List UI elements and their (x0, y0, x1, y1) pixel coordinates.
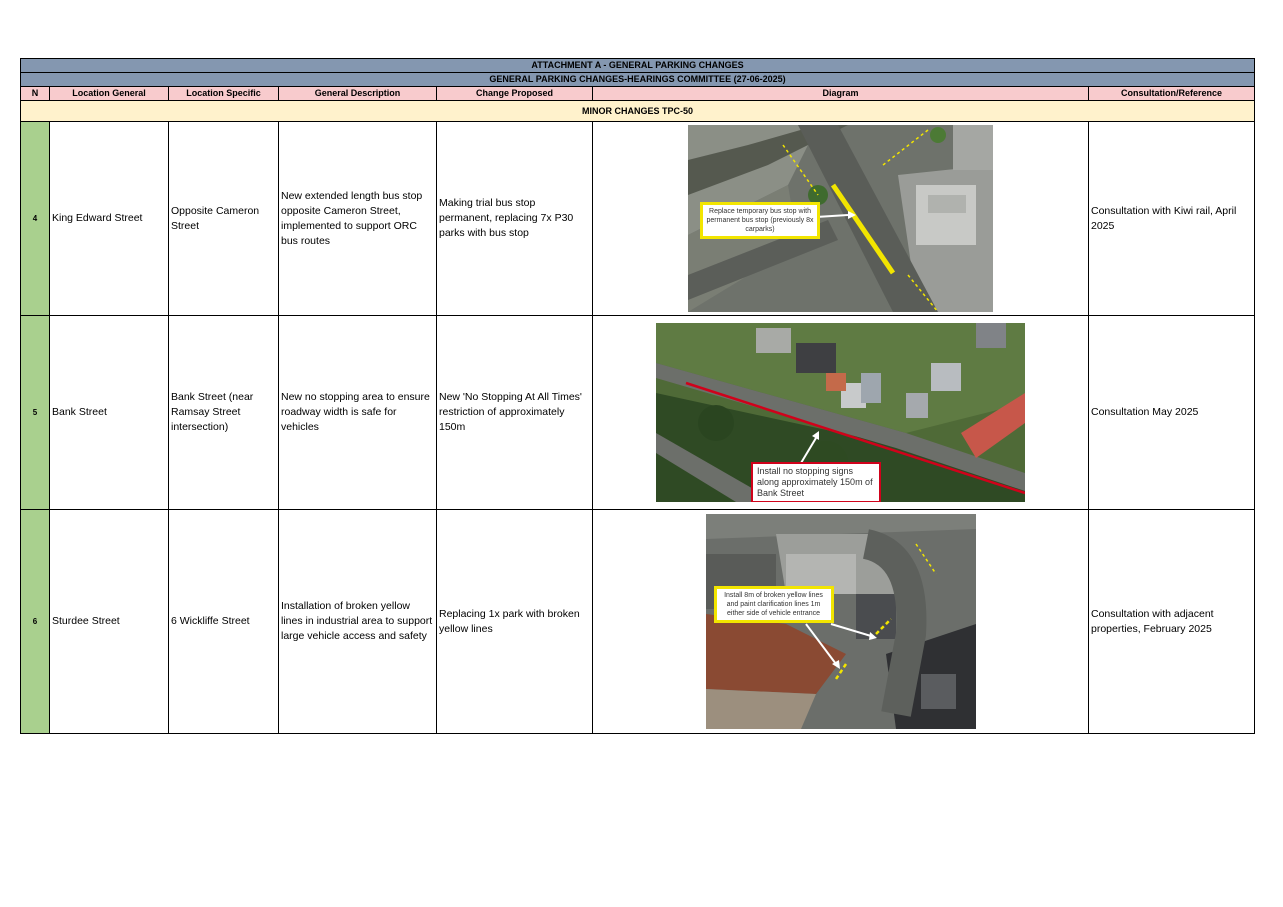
table-title: ATTACHMENT A - GENERAL PARKING CHANGES (20, 58, 1255, 73)
row-number: 4 (20, 121, 50, 316)
location-general: King Edward Street (49, 121, 169, 316)
location-specific: Opposite Cameron Street (168, 121, 279, 316)
location-general: Sturdee Street (49, 509, 169, 734)
diagram-cell: Replace temporary bus stop with permanen… (592, 121, 1089, 316)
header-location-specific: Location Specific (168, 86, 279, 101)
general-description: New no stopping area to ensure roadway w… (278, 315, 437, 510)
general-description: New extended length bus stop opposite Ca… (278, 121, 437, 316)
header-diagram: Diagram (592, 86, 1089, 101)
header-change-proposed: Change Proposed (436, 86, 593, 101)
general-description: Installation of broken yellow lines in i… (278, 509, 437, 734)
change-proposed: Making trial bus stop permanent, replaci… (436, 121, 593, 316)
location-specific: Bank Street (near Ramsay Street intersec… (168, 315, 279, 510)
location-general: Bank Street (49, 315, 169, 510)
diagram-callout: Install 8m of broken yellow lines and pa… (713, 586, 834, 623)
subtitle-row: GENERAL PARKING CHANGES-HEARINGS COMMITT… (20, 72, 1255, 87)
row-number: 6 (20, 509, 50, 734)
table-row: 4 King Edward Street Opposite Cameron St… (20, 121, 1255, 316)
consultation: Consultation with adjacent properties, F… (1088, 509, 1255, 734)
header-row: N Location General Location Specific Gen… (20, 86, 1255, 101)
aerial-photo-bank-street: Install no stopping signs along approxim… (656, 323, 1025, 502)
header-consultation: Consultation/Reference (1088, 86, 1255, 101)
title-row: ATTACHMENT A - GENERAL PARKING CHANGES (20, 58, 1255, 73)
table-row: 5 Bank Street Bank Street (near Ramsay S… (20, 315, 1255, 510)
parking-changes-table: ATTACHMENT A - GENERAL PARKING CHANGES G… (20, 58, 1255, 734)
section-row: MINOR CHANGES TPC-50 (20, 100, 1255, 122)
location-specific: 6 Wickliffe Street (168, 509, 279, 734)
diagram-cell: Install no stopping signs along approxim… (592, 315, 1089, 510)
row-number: 5 (20, 315, 50, 510)
table-row: 6 Sturdee Street 6 Wickliffe Street Inst… (20, 509, 1255, 734)
diagram-callout: Install no stopping signs along approxim… (751, 462, 881, 502)
consultation: Consultation May 2025 (1088, 315, 1255, 510)
aerial-photo-king-edward-street: Replace temporary bus stop with permanen… (688, 125, 993, 312)
header-general-description: General Description (278, 86, 437, 101)
header-location-general: Location General (49, 86, 169, 101)
table-subtitle: GENERAL PARKING CHANGES-HEARINGS COMMITT… (20, 72, 1255, 87)
aerial-photo-sturdee-street: Install 8m of broken yellow lines and pa… (705, 514, 976, 729)
diagram-callout: Replace temporary bus stop with permanen… (700, 202, 820, 239)
consultation: Consultation with Kiwi rail, April 2025 (1088, 121, 1255, 316)
diagram-cell: Install 8m of broken yellow lines and pa… (592, 509, 1089, 734)
change-proposed: New 'No Stopping At All Times' restricti… (436, 315, 593, 510)
header-n: N (20, 86, 50, 101)
change-proposed: Replacing 1x park with broken yellow lin… (436, 509, 593, 734)
section-title: MINOR CHANGES TPC-50 (20, 100, 1255, 122)
